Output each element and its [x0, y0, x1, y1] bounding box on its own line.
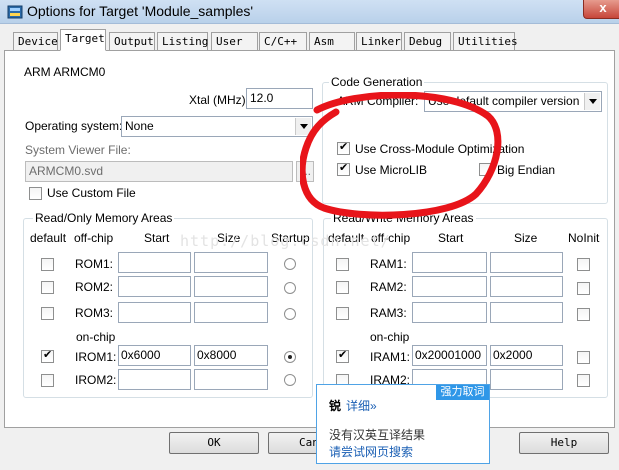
irom2-size-input[interactable]: [194, 369, 268, 390]
os-select[interactable]: None: [121, 116, 313, 137]
irom1-start-input[interactable]: 0x6000: [118, 345, 191, 366]
popup-web-search-link[interactable]: 请尝试网页搜索: [329, 443, 413, 460]
tab-output[interactable]: Output: [109, 32, 155, 50]
popup-details-link[interactable]: 详细»: [346, 397, 377, 414]
popup-word: 锐: [329, 399, 342, 413]
iram1-size-input[interactable]: 0x2000: [490, 345, 563, 366]
iram2-size-input[interactable]: [490, 369, 563, 390]
ram2-default-checkbox[interactable]: [336, 281, 349, 294]
irom1-label: IROM1:: [75, 350, 117, 364]
rom2-default-checkbox[interactable]: [41, 281, 54, 294]
ram3-noinit-checkbox[interactable]: [577, 308, 590, 321]
ram3-label: RAM3:: [370, 306, 407, 320]
rom1-startup-radio[interactable]: [284, 258, 296, 270]
rom1-size-input[interactable]: [194, 252, 268, 273]
chevron-down-icon[interactable]: [584, 93, 600, 110]
ram2-label: RAM2:: [370, 280, 407, 294]
device-name: ARM ARMCM0: [24, 65, 106, 79]
watermark-text: http://blog.csdn.net/: [180, 232, 391, 250]
tab-listing[interactable]: Listing: [157, 32, 208, 50]
ram3-start-input[interactable]: [412, 302, 487, 323]
red-annotation-circle: [300, 92, 502, 219]
rom3-default-checkbox[interactable]: [41, 307, 54, 320]
iram1-label: IRAM1:: [370, 350, 411, 364]
rom3-label: ROM3:: [75, 306, 114, 320]
iram1-start-input[interactable]: 0x20001000: [412, 345, 487, 366]
iram2-noinit-checkbox[interactable]: [577, 374, 590, 387]
rom-header-start: Start: [144, 231, 170, 245]
tab-c-cpp[interactable]: C/C++: [259, 32, 307, 50]
rom1-default-checkbox[interactable]: [41, 258, 54, 271]
rom2-label: ROM2:: [75, 280, 114, 294]
ram3-default-checkbox[interactable]: [336, 307, 349, 320]
custom-file-checkbox[interactable]: [29, 187, 42, 200]
svd-file-input[interactable]: ARMCM0.svd: [25, 161, 293, 182]
ram1-noinit-checkbox[interactable]: [577, 258, 590, 271]
popup-no-result: 没有汉英互译结果: [329, 428, 426, 442]
rom3-start-input[interactable]: [118, 302, 191, 323]
rom2-size-input[interactable]: [194, 276, 268, 297]
ram1-label: RAM1:: [370, 257, 407, 271]
iram1-noinit-checkbox[interactable]: [577, 351, 590, 364]
rom3-startup-radio[interactable]: [284, 308, 296, 320]
close-button[interactable]: x: [583, 0, 619, 19]
rom-header-default: default: [30, 231, 67, 245]
os-label: Operating system:: [25, 119, 123, 133]
os-select-value: None: [125, 119, 154, 133]
irom2-startup-radio[interactable]: [284, 374, 296, 386]
rom1-start-input[interactable]: [118, 252, 191, 273]
code-generation-title: Code Generation: [329, 75, 425, 89]
ram-header-noinit: NoInit: [568, 231, 600, 245]
ok-button[interactable]: OK: [169, 432, 259, 454]
popup-header[interactable]: 强力取词: [436, 385, 489, 400]
help-button[interactable]: Help: [519, 432, 609, 454]
custom-file-label: Use Custom File: [47, 186, 136, 200]
irom2-default-checkbox[interactable]: [41, 374, 54, 387]
rom1-label: ROM1:: [75, 257, 114, 271]
irom2-label: IROM2:: [75, 373, 117, 387]
tab-device[interactable]: Device: [13, 32, 58, 50]
tab-target[interactable]: Target: [60, 29, 106, 51]
ram2-size-input[interactable]: [490, 276, 563, 297]
irom1-default-checkbox[interactable]: [41, 348, 54, 363]
ram-header-size: Size: [514, 231, 538, 245]
ram3-size-input[interactable]: [490, 302, 563, 323]
window-title: Options for Target 'Module_samples': [27, 3, 254, 19]
rom-title: Read/Only Memory Areas: [33, 211, 175, 225]
svd-label: System Viewer File:: [25, 143, 131, 157]
rom3-size-input[interactable]: [194, 302, 268, 323]
ram2-start-input[interactable]: [412, 276, 487, 297]
ram1-default-checkbox[interactable]: [336, 258, 349, 271]
ram1-start-input[interactable]: [412, 252, 487, 273]
tab-asm[interactable]: Asm: [309, 32, 355, 50]
irom1-size-input[interactable]: 0x8000: [194, 345, 268, 366]
rom2-startup-radio[interactable]: [284, 282, 296, 294]
irom1-startup-radio[interactable]: [284, 351, 296, 363]
tab-user[interactable]: User: [211, 32, 258, 50]
ram2-noinit-checkbox[interactable]: [577, 282, 590, 295]
irom2-start-input[interactable]: [118, 369, 191, 390]
xtal-label: Xtal (MHz):: [189, 93, 249, 107]
ram-header-start: Start: [438, 231, 464, 245]
rom-onchip-label: on-chip: [76, 330, 116, 344]
big-endian-label: Big Endian: [497, 163, 556, 177]
app-icon: [7, 5, 23, 19]
rom-header-offchip: off-chip: [74, 231, 114, 245]
ram1-size-input[interactable]: [490, 252, 563, 273]
tab-linker[interactable]: Linker: [356, 32, 402, 50]
tab-debug[interactable]: Debug: [404, 32, 451, 50]
ram-onchip-label: on-chip: [370, 330, 410, 344]
tab-utilities[interactable]: Utilities: [453, 32, 518, 50]
rom2-start-input[interactable]: [118, 276, 191, 297]
iram1-default-checkbox[interactable]: [336, 348, 349, 363]
